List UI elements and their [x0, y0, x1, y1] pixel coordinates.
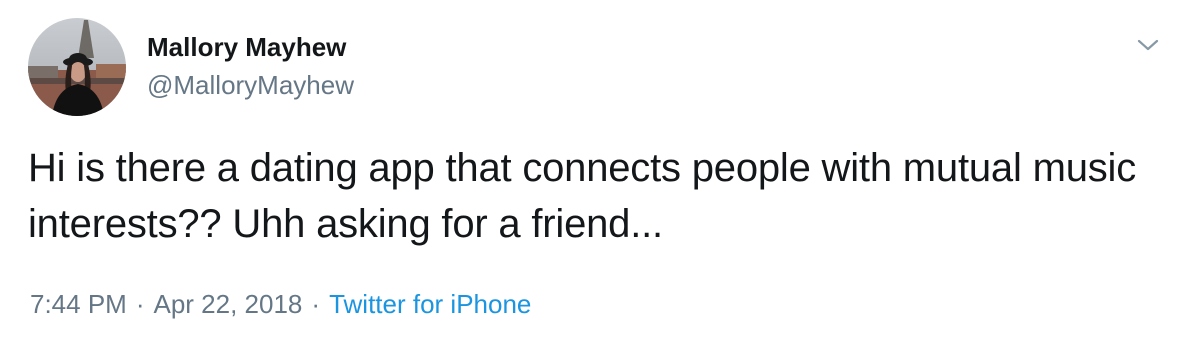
chevron-down-icon[interactable]	[1133, 30, 1163, 60]
tweet-text: Hi is there a dating app that connects p…	[28, 146, 1137, 246]
avatar-photo	[28, 18, 126, 116]
tweet-card: Mallory Mayhew @MalloryMayhew Hi is ther…	[0, 0, 1192, 352]
tweet-date[interactable]: Apr 22, 2018	[154, 289, 303, 319]
avatar[interactable]	[28, 18, 126, 116]
meta-separator: ·	[135, 289, 145, 319]
author-display-name[interactable]: Mallory Mayhew	[147, 31, 346, 63]
author-handle[interactable]: @MalloryMayhew	[147, 69, 354, 101]
meta-separator: ·	[311, 289, 321, 319]
tweet-time[interactable]: 7:44 PM	[30, 289, 127, 319]
tweet-source-link[interactable]: Twitter for iPhone	[329, 289, 531, 319]
tweet-metadata: 7:44 PM · Apr 22, 2018 · Twitter for iPhone	[30, 287, 531, 321]
